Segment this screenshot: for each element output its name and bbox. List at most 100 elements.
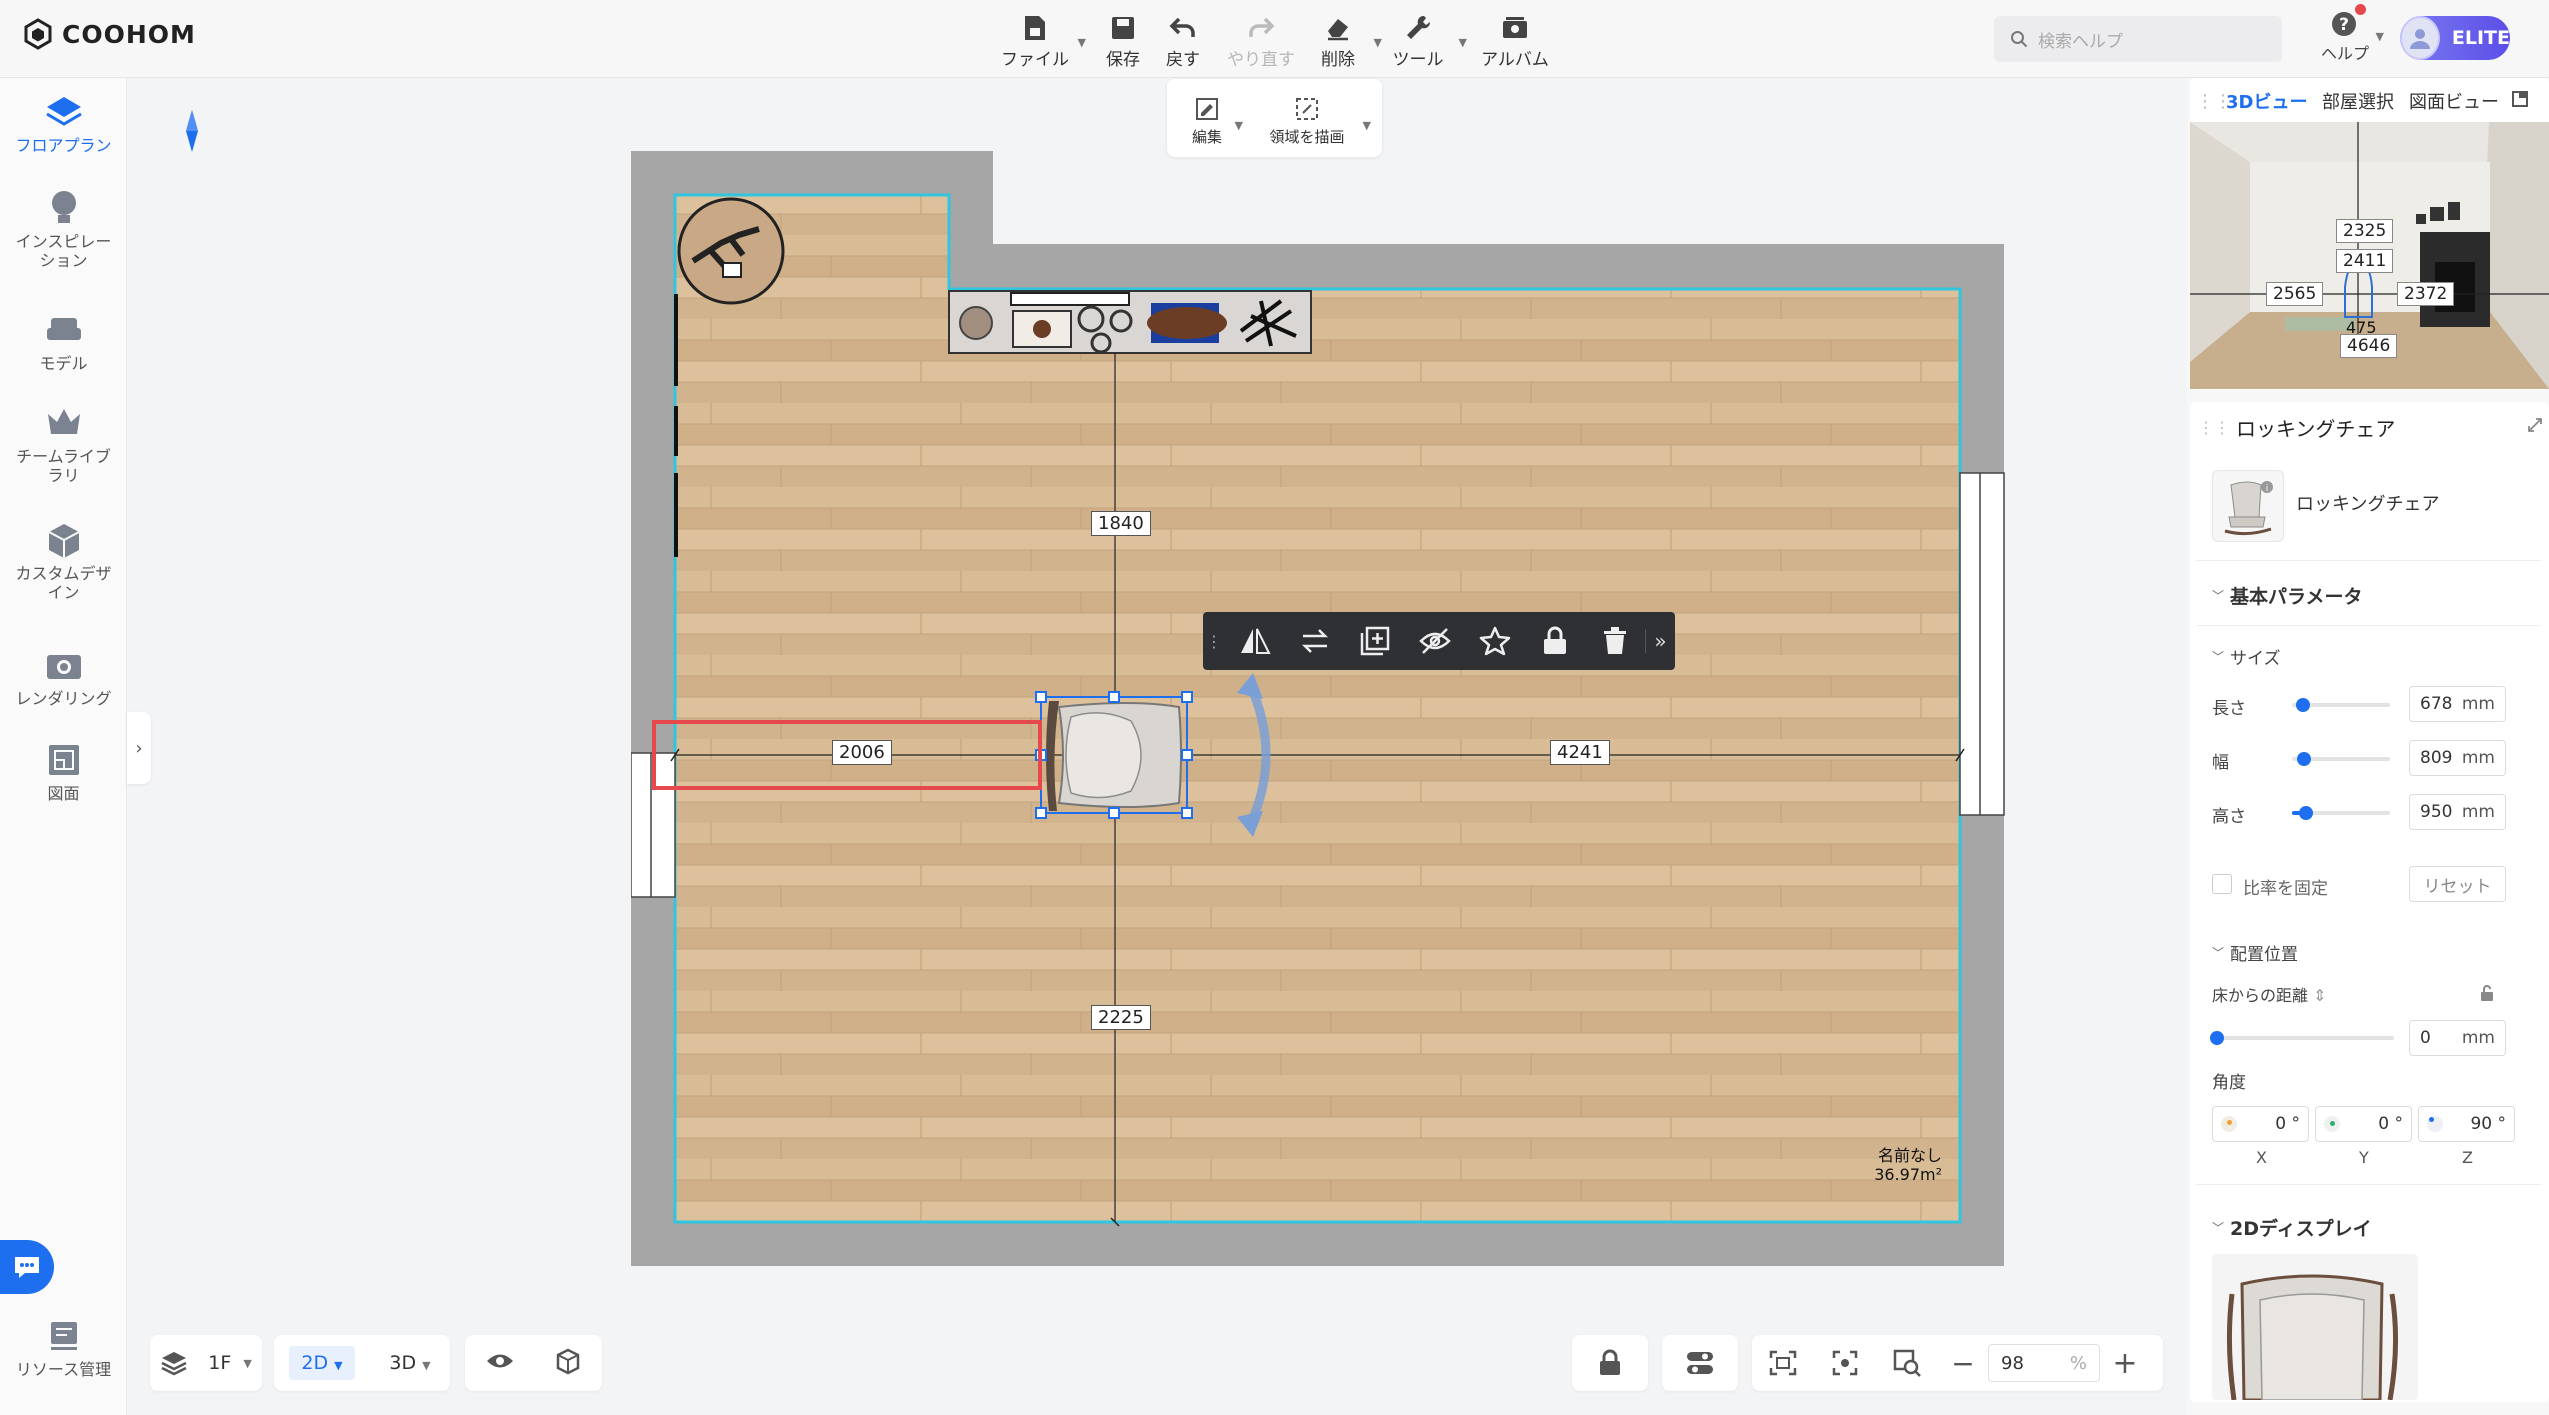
tab-plan-view[interactable]: 図面ビュー: [2409, 88, 2511, 114]
lock-button[interactable]: [1525, 626, 1585, 656]
lock-plan-button[interactable]: [1572, 1335, 1648, 1391]
item-thumbnail[interactable]: i: [2212, 470, 2284, 542]
room-floor[interactable]: [673, 193, 1962, 1224]
hide-button[interactable]: [1405, 627, 1465, 655]
sidebar-item-team-library[interactable]: チームライブラリ: [0, 403, 127, 485]
album-button[interactable]: アルバム: [1475, 8, 1555, 70]
app-logo[interactable]: COOHOM: [22, 18, 196, 50]
floor-plan[interactable]: [631, 151, 2006, 1268]
redo-button[interactable]: やり直す: [1222, 8, 1300, 70]
length-input[interactable]: 678 mm: [2409, 686, 2506, 722]
swap-button[interactable]: [1285, 627, 1345, 655]
floor-distance-slider[interactable]: [2210, 1031, 2394, 1045]
dimension-label-top[interactable]: 1840: [1091, 511, 1151, 536]
unit-label: mm: [2461, 748, 2495, 768]
file-menu-button[interactable]: ファイル ▼: [1000, 8, 1086, 70]
width-input[interactable]: 809 mm: [2409, 740, 2506, 776]
angle-x-input[interactable]: 0 °: [2212, 1106, 2309, 1142]
sort-icon[interactable]: ⇕: [2313, 986, 2326, 1005]
fit-view-button[interactable]: [1752, 1349, 1814, 1377]
edit-label: 編集: [1191, 128, 1222, 146]
sidebar-item-inspiration[interactable]: インスピレーション: [0, 188, 127, 270]
tab-3d-view[interactable]: 3Dビュー: [2226, 88, 2322, 114]
save-button[interactable]: 保存: [1095, 8, 1151, 70]
basic-params-section[interactable]: ﹀ 基本パラメータ: [2212, 582, 2362, 609]
sidebar-item-custom-design[interactable]: カスタムデザイン: [0, 520, 127, 602]
size-section[interactable]: ﹀ サイズ: [2212, 644, 2281, 669]
round-table[interactable]: [677, 197, 785, 305]
slider-knob[interactable]: [2297, 752, 2311, 766]
chevron-down-icon: ﹀: [2212, 650, 2225, 664]
length-slider[interactable]: [2292, 698, 2390, 712]
favorite-button[interactable]: [1465, 626, 1525, 656]
zoom-in-button[interactable]: +: [2100, 1346, 2150, 1381]
zoom-out-button[interactable]: −: [1938, 1347, 1988, 1380]
mode-3d-button[interactable]: 3D ▼: [385, 1346, 434, 1380]
display-2d-section[interactable]: ﹀ 2Dディスプレイ: [2212, 1214, 2372, 1241]
window[interactable]: [1959, 472, 2005, 816]
sidebar-item-model[interactable]: モデル: [0, 310, 127, 373]
height-input[interactable]: 950 mm: [2409, 794, 2506, 830]
display-2d-thumbnail[interactable]: [2212, 1254, 2418, 1400]
mirror-button[interactable]: [1225, 626, 1285, 656]
tab-room-select[interactable]: 部屋選択: [2322, 88, 2409, 114]
search-placeholder: 検索ヘルプ: [2038, 31, 2123, 52]
room-label[interactable]: 名前なし 36.97m²: [1852, 1146, 1942, 1184]
draw-area-button[interactable]: 領域を描画 ▼: [1257, 87, 1371, 147]
floor-selector[interactable]: 1F ▼: [150, 1335, 262, 1391]
lock-ratio-checkbox[interactable]: [2212, 874, 2232, 894]
box-view-button[interactable]: [554, 1347, 582, 1379]
sidebar-item-rendering[interactable]: レンダリング: [0, 645, 127, 708]
reset-button[interactable]: リセット: [2409, 866, 2506, 902]
display-options: [465, 1335, 602, 1391]
dimension-label-bottom[interactable]: 2225: [1091, 1005, 1151, 1030]
focus-button[interactable]: [1814, 1349, 1876, 1377]
more-double-chevron-icon[interactable]: »: [1645, 629, 1675, 653]
undo-button[interactable]: 戻す: [1155, 8, 1211, 70]
expand-sidebar-button[interactable]: ›: [127, 712, 151, 784]
chat-support-button[interactable]: [0, 1240, 54, 1294]
floor-distance-input[interactable]: 0 mm: [2409, 1020, 2506, 1056]
dimension-label-right[interactable]: 4241: [1550, 740, 1610, 765]
mode-2d-button[interactable]: 2D ▼: [289, 1346, 355, 1380]
slider-knob[interactable]: [2210, 1031, 2224, 1045]
duplicate-button[interactable]: [1345, 625, 1405, 657]
edit-button[interactable]: 編集 ▼: [1181, 87, 1243, 147]
sidebar-item-drawing[interactable]: 図面: [0, 740, 127, 803]
settings-toggle-button[interactable]: [1662, 1335, 1738, 1391]
drag-handle-icon[interactable]: ⋮⋮: [2196, 91, 2232, 112]
lock-ratio-label: 比率を固定: [2243, 879, 2328, 899]
popout-icon[interactable]: [2511, 90, 2529, 113]
lock-icon: [1544, 626, 1566, 654]
sidebar-item-floorplan[interactable]: フロアプラン: [0, 92, 127, 155]
floor-distance-row: 床からの距離 ⇕: [2212, 982, 2327, 1006]
account-badge[interactable]: ELITE: [2400, 16, 2510, 60]
angle-z-input[interactable]: 90 °: [2418, 1106, 2515, 1142]
dimension-label-left[interactable]: 2006: [832, 740, 892, 765]
delete-button[interactable]: 削除 ▼: [1310, 8, 1382, 70]
layers-icon: [161, 1352, 187, 1376]
expand-icon[interactable]: [2527, 417, 2543, 437]
width-value: 809: [2420, 748, 2453, 768]
zoom-area-button[interactable]: [1876, 1348, 1938, 1378]
slider-knob[interactable]: [2296, 698, 2310, 712]
visibility-button[interactable]: [485, 1350, 515, 1376]
search-help-input[interactable]: 検索ヘルプ: [1994, 16, 2282, 62]
sidebar-item-resource[interactable]: リソース管理: [0, 1316, 127, 1379]
help-button[interactable]: ? ヘルプ ▼: [2310, 4, 2384, 66]
height-slider[interactable]: [2292, 806, 2390, 820]
placement-section[interactable]: ﹀ 配置位置: [2212, 940, 2298, 965]
unlock-icon[interactable]: [2478, 984, 2496, 1006]
drag-handle-icon[interactable]: ⋮: [1203, 632, 1225, 651]
tools-menu-button[interactable]: ツール ▼: [1385, 8, 1467, 70]
chevron-down-icon: ▼: [334, 1359, 343, 1372]
width-slider[interactable]: [2292, 752, 2390, 766]
chevron-down-icon: ▼: [1234, 119, 1243, 132]
drag-handle-icon[interactable]: ⋮⋮: [2198, 418, 2230, 437]
zoom-input[interactable]: 98 %: [1988, 1344, 2100, 1382]
tv-console[interactable]: [948, 290, 1312, 354]
unit-label: mm: [2461, 1028, 2495, 1048]
angle-y-input[interactable]: 0 °: [2315, 1106, 2412, 1142]
slider-knob[interactable]: [2299, 806, 2313, 820]
delete-object-button[interactable]: [1585, 626, 1645, 656]
